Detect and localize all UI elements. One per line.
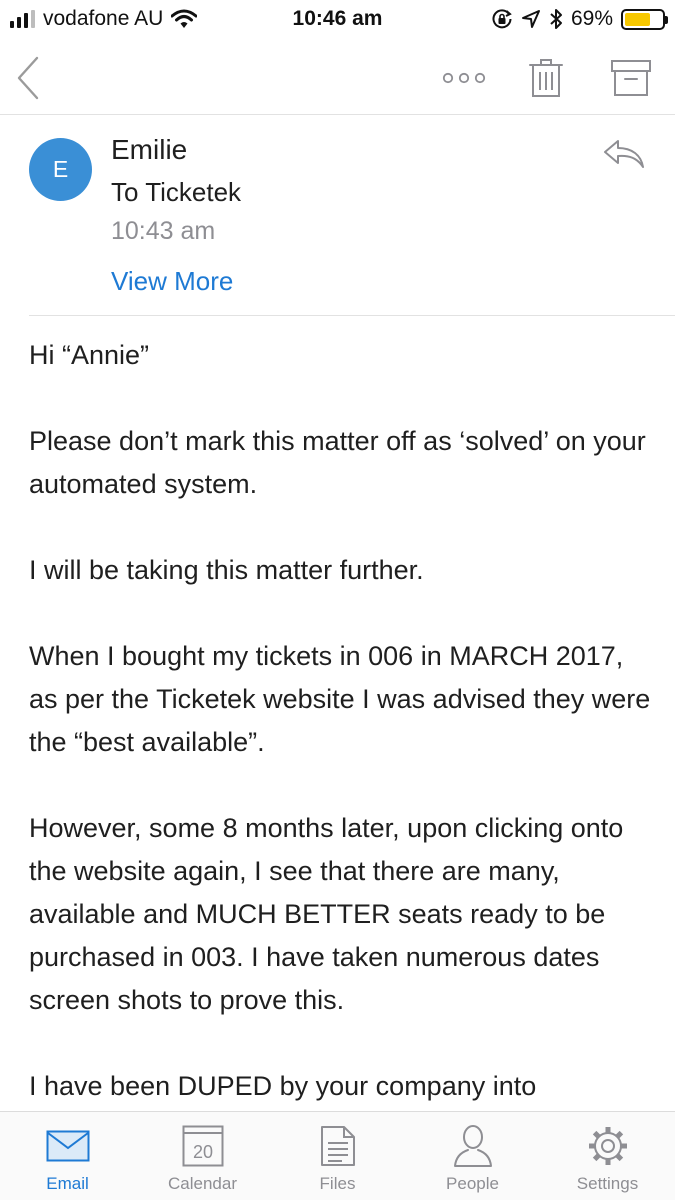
- calendar-icon: 20: [182, 1125, 223, 1167]
- battery-icon: [621, 8, 668, 30]
- body-paragraph: Hi “Annie”: [29, 340, 150, 370]
- avatar[interactable]: E: [29, 138, 92, 201]
- battery-level: [625, 12, 650, 26]
- more-dots-icon: [442, 72, 486, 83]
- reply-button[interactable]: [598, 134, 650, 174]
- body-paragraph: I have been DUPED by your company into: [29, 1071, 537, 1101]
- body-paragraph: Please don’t mark this matter off as ‘so…: [29, 426, 646, 499]
- status-right: 69%: [491, 7, 668, 31]
- recipient-line: To Ticketek: [111, 177, 242, 207]
- delete-button[interactable]: [522, 40, 570, 115]
- trash-icon: [529, 58, 563, 97]
- tab-label: People: [446, 1174, 499, 1193]
- chevron-left-icon: [17, 56, 39, 99]
- body-paragraph: When I bought my tickets in 006 in MARCH…: [29, 641, 651, 757]
- avatar-initial: E: [52, 156, 69, 182]
- status-bar: vodafone AU 10:46 am 69%: [0, 0, 675, 40]
- calendar-day-number: 20: [192, 1142, 212, 1162]
- tab-calendar[interactable]: 20 Calendar: [135, 1112, 270, 1200]
- tab-label: Settings: [576, 1174, 639, 1193]
- sender-name[interactable]: Emilie: [111, 134, 187, 166]
- tab-label: Email: [46, 1174, 89, 1193]
- battery-percent: 69%: [570, 7, 613, 30]
- body-paragraph: I will be taking this matter further.: [29, 555, 424, 585]
- more-options-button[interactable]: [436, 40, 492, 115]
- archive-button[interactable]: [606, 40, 656, 115]
- tab-files[interactable]: Files: [270, 1112, 405, 1200]
- tab-people[interactable]: People: [405, 1112, 540, 1200]
- header-divider: [29, 315, 675, 316]
- tab-label: Files: [319, 1174, 356, 1193]
- archive-icon: [611, 59, 651, 96]
- file-icon: [320, 1126, 355, 1166]
- back-button[interactable]: [6, 40, 50, 115]
- tab-bar: Email 20 Calendar Files People Settings: [0, 1111, 675, 1200]
- gear-icon: [588, 1127, 627, 1165]
- mail-icon: [46, 1130, 89, 1162]
- tab-email[interactable]: Email: [0, 1112, 135, 1200]
- tab-settings[interactable]: Settings: [540, 1112, 675, 1200]
- tab-label: Calendar: [168, 1174, 237, 1193]
- location-arrow-icon: [521, 10, 540, 28]
- reply-icon: [604, 140, 644, 168]
- email-app-screen: vodafone AU 10:46 am 69% E Emilie To Tic…: [0, 0, 675, 1200]
- person-icon: [453, 1125, 492, 1167]
- orientation-lock-icon: [492, 9, 512, 29]
- message-toolbar: [0, 40, 675, 115]
- sent-time: 10:43 am: [111, 217, 216, 245]
- view-more-link[interactable]: View More: [111, 266, 233, 297]
- body-paragraph: However, some 8 months later, upon click…: [29, 813, 624, 1015]
- message-header: E Emilie To Ticketek 10:43 am View More: [0, 116, 675, 316]
- bluetooth-icon: [550, 9, 562, 29]
- message-body: Hi “Annie” Please don’t mark this matter…: [29, 334, 659, 1151]
